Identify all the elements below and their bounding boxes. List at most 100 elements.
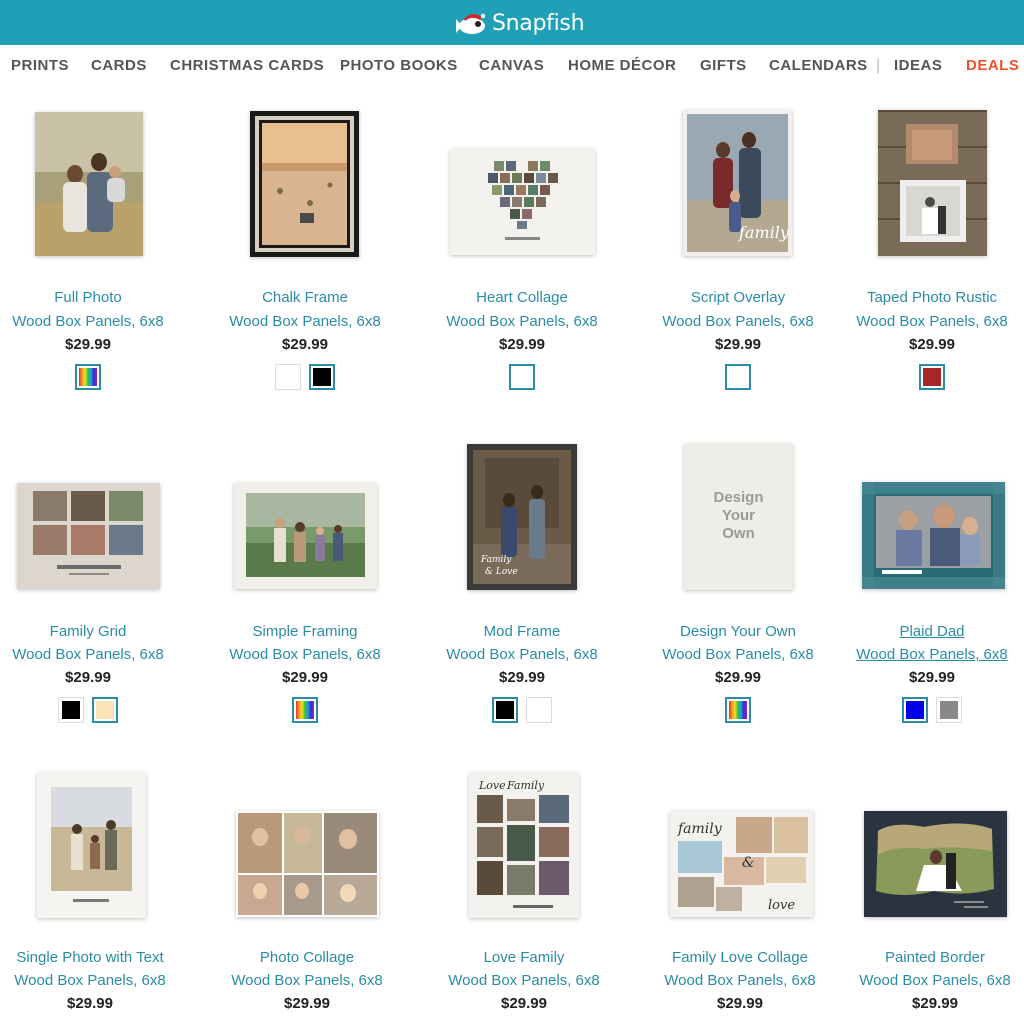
color-swatch-black[interactable]	[58, 697, 84, 723]
product-type[interactable]: Wood Box Panels, 6x8	[0, 972, 190, 989]
color-swatch-red[interactable]	[919, 364, 945, 390]
nav-prints[interactable]: PRINTS	[11, 57, 69, 74]
product-type[interactable]: Wood Box Panels, 6x8	[422, 313, 622, 330]
product-type[interactable]: Wood Box Panels, 6x8	[205, 313, 405, 330]
product-thumbnail[interactable]	[878, 110, 987, 256]
product-price: $29.99	[715, 336, 761, 353]
product-thumbnail[interactable]: family	[683, 110, 792, 256]
product-thumbnail[interactable]	[250, 111, 359, 257]
color-swatch-white[interactable]	[275, 364, 301, 390]
product-type[interactable]: Wood Box Panels, 6x8	[0, 313, 188, 330]
product-thumbnail[interactable]	[35, 112, 143, 256]
product-price: $29.99	[909, 669, 955, 686]
product-price: $29.99	[499, 669, 545, 686]
product-card-plaid-dad[interactable]: Plaid Dad Wood Box Panels, 6x8 $29.99	[832, 430, 1024, 730]
svg-text:family: family	[738, 223, 790, 242]
product-card-heart-collage[interactable]: Heart Collage Wood Box Panels, 6x8 $29.9…	[422, 100, 622, 400]
product-thumbnail[interactable]	[37, 773, 146, 918]
svg-text:Family: Family	[480, 555, 512, 565]
thumb-text-design: Design	[713, 489, 764, 506]
color-swatch-cream[interactable]	[92, 697, 118, 723]
product-card-painted-border[interactable]: Painted Border Wood Box Panels, 6x8 $29.…	[835, 760, 1024, 1024]
color-swatch-white[interactable]	[509, 364, 535, 390]
svg-text:Love: Love	[478, 779, 506, 792]
product-type[interactable]: Wood Box Panels, 6x8	[832, 313, 1024, 330]
product-name[interactable]: Love Family	[424, 949, 624, 966]
product-card-love-family[interactable]: Love Family Love Family Wood Box Panels,…	[424, 760, 624, 1024]
nav-photo-books[interactable]: PHOTO BOOKS	[340, 57, 458, 74]
nav-calendars[interactable]: CALENDARS	[769, 57, 868, 74]
color-swatch-white[interactable]	[725, 364, 751, 390]
product-price: $29.99	[715, 669, 761, 686]
nav-ideas[interactable]: IDEAS	[894, 57, 942, 74]
product-name[interactable]: Photo Collage	[207, 949, 407, 966]
product-type[interactable]: Wood Box Panels, 6x8	[0, 646, 188, 663]
product-name[interactable]: Chalk Frame	[205, 289, 405, 306]
product-card-simple-framing[interactable]: Simple Framing Wood Box Panels, 6x8 $29.…	[205, 430, 405, 730]
product-thumbnail[interactable]	[862, 482, 1005, 589]
product-card-photo-collage[interactable]: Photo Collage Wood Box Panels, 6x8 $29.9…	[207, 760, 407, 1024]
product-type[interactable]: Wood Box Panels, 6x8	[638, 646, 838, 663]
nav-canvas[interactable]: CANVAS	[479, 57, 544, 74]
product-name[interactable]: Full Photo	[0, 289, 188, 306]
product-thumbnail[interactable]: Family & Love	[467, 444, 577, 590]
product-card-full-photo[interactable]: Full Photo Wood Box Panels, 6x8 $29.99	[0, 100, 188, 400]
product-name[interactable]: Plaid Dad	[832, 623, 1024, 640]
color-swatch-black[interactable]	[309, 364, 335, 390]
nav-separator: |	[876, 57, 881, 74]
color-swatch-gray[interactable]	[936, 697, 962, 723]
product-thumbnail[interactable]: Design Your Own	[684, 444, 793, 590]
product-type[interactable]: Wood Box Panels, 6x8	[640, 972, 840, 989]
color-swatch-blue[interactable]	[902, 697, 928, 723]
nav-deals[interactable]: DEALS	[966, 57, 1019, 74]
product-name[interactable]: Mod Frame	[422, 623, 622, 640]
nav-cards[interactable]: CARDS	[91, 57, 147, 74]
product-card-family-grid[interactable]: Family Grid Wood Box Panels, 6x8 $29.99	[0, 430, 188, 730]
product-name[interactable]: Heart Collage	[422, 289, 622, 306]
product-price: $29.99	[67, 995, 113, 1012]
product-card-chalk-frame[interactable]: Chalk Frame Wood Box Panels, 6x8 $29.99	[205, 100, 405, 400]
snapfish-logo[interactable]: Snapfish	[452, 8, 585, 38]
product-type[interactable]: Wood Box Panels, 6x8	[424, 972, 624, 989]
product-thumbnail[interactable]	[236, 811, 379, 917]
product-type[interactable]: Wood Box Panels, 6x8	[205, 646, 405, 663]
product-name[interactable]: Taped Photo Rustic	[832, 289, 1024, 306]
svg-text:family: family	[677, 821, 723, 837]
color-swatch-multicolor[interactable]	[75, 364, 101, 390]
product-type[interactable]: Wood Box Panels, 6x8	[638, 313, 838, 330]
nav-christmas-cards[interactable]: CHRISTMAS CARDS	[170, 57, 324, 74]
fish-icon	[456, 13, 486, 34]
nav-home-decor[interactable]: HOME DÉCOR	[568, 57, 676, 74]
product-type[interactable]: Wood Box Panels, 6x8	[422, 646, 622, 663]
product-thumbnail[interactable]	[450, 149, 595, 255]
product-type[interactable]: Wood Box Panels, 6x8	[832, 646, 1024, 663]
product-card-family-love-collage[interactable]: family & love Family Love Collage Wood B…	[640, 760, 840, 1024]
product-name[interactable]: Family Love Collage	[640, 949, 840, 966]
product-card-script-overlay[interactable]: family Script Overlay Wood Box Panels, 6…	[638, 100, 838, 400]
product-type[interactable]: Wood Box Panels, 6x8	[835, 972, 1024, 989]
thumb-text-own: Own	[722, 525, 755, 542]
product-name[interactable]: Simple Framing	[205, 623, 405, 640]
product-card-mod-frame[interactable]: Family & Love Mod Frame Wood Box Panels,…	[422, 430, 622, 730]
product-name[interactable]: Family Grid	[0, 623, 188, 640]
color-swatch-black[interactable]	[492, 697, 518, 723]
product-thumbnail[interactable]: family & love	[670, 811, 813, 917]
nav-gifts[interactable]: GIFTS	[700, 57, 747, 74]
product-type[interactable]: Wood Box Panels, 6x8	[207, 972, 407, 989]
product-thumbnail[interactable]: Love Family	[469, 773, 579, 918]
product-card-single-photo-with-text[interactable]: Single Photo with Text Wood Box Panels, …	[0, 760, 190, 1024]
color-swatch-multicolor[interactable]	[725, 697, 751, 723]
color-swatch-white[interactable]	[526, 697, 552, 723]
product-card-taped-photo-rustic[interactable]: Taped Photo Rustic Wood Box Panels, 6x8 …	[832, 100, 1024, 400]
product-thumbnail[interactable]	[234, 483, 377, 589]
product-price: $29.99	[282, 336, 328, 353]
product-thumbnail[interactable]	[864, 811, 1007, 917]
product-name[interactable]: Single Photo with Text	[0, 949, 190, 966]
product-name[interactable]: Design Your Own	[638, 623, 838, 640]
product-name[interactable]: Script Overlay	[638, 289, 838, 306]
color-swatch-multicolor[interactable]	[292, 697, 318, 723]
product-card-design-your-own[interactable]: Design Your Own Design Your Own Wood Box…	[638, 430, 838, 730]
product-thumbnail[interactable]	[17, 483, 160, 589]
top-bar: Snapfish	[0, 0, 1024, 45]
product-name[interactable]: Painted Border	[835, 949, 1024, 966]
